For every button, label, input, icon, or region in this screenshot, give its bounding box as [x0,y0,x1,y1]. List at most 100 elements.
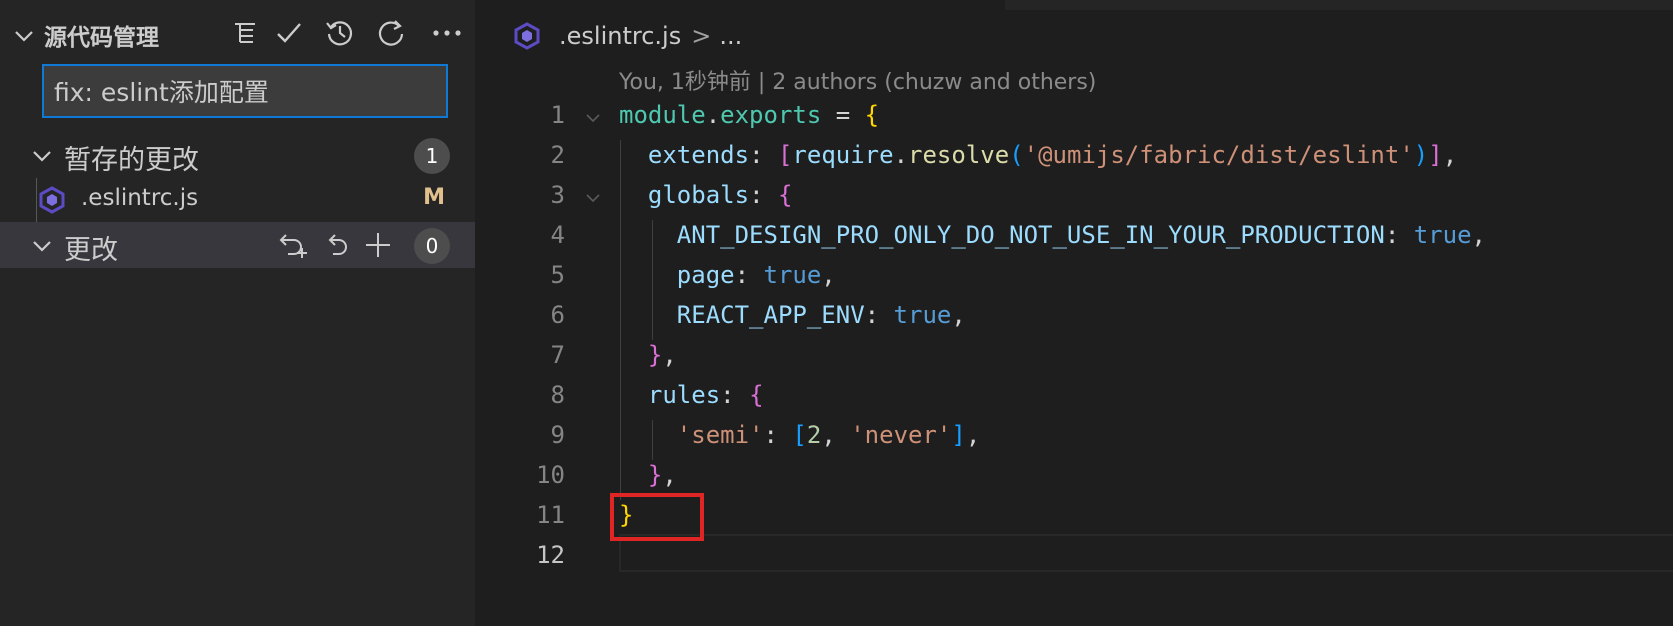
code-line-2[interactable]: extends: [require.resolve('@umijs/fabric… [619,141,1457,169]
scm-title: 源代码管理 [44,25,159,51]
breadcrumb-more[interactable]: ... [719,22,742,50]
line-number: 3 [550,181,565,209]
staged-file-name: .eslintrc.js [81,185,199,211]
changes-count-badge: 0 [414,228,450,264]
discard-all-icon[interactable] [276,227,312,263]
tree-view-icon[interactable] [228,16,262,50]
token: ANT_DESIGN_PRO_ONLY_DO_NOT_USE_IN_YOUR_P… [676,221,1385,249]
code-line-5[interactable]: page: true, [619,261,836,289]
fold-chevron-icon[interactable] [583,108,603,128]
token: extends [647,141,750,169]
token: globals [647,181,750,209]
line-number: 11 [536,501,565,529]
token: ] [1428,141,1443,169]
token: exports [720,101,822,129]
line-number: 12 [536,541,565,569]
token: : [763,421,793,449]
source-control-sidebar: 源代码管理 暂存的更改 1 .eslintrc.js M [0,0,475,626]
git-blame-annotation[interactable]: You, 1秒钟前 | 2 authors (chuzw and others) [619,64,1096,96]
token: resolve [908,141,1010,169]
chevron-down-icon[interactable] [30,234,54,258]
token: : [749,181,778,209]
code-line-6[interactable]: REACT_APP_ENV: true, [619,301,966,329]
code-editor[interactable]: .eslintrc.js > ... You, 1秒钟前 | 2 authors… [475,0,1673,626]
token: [ [792,421,807,449]
token: } [647,461,663,489]
code-line-9[interactable]: 'semi': [2, 'never'], [619,421,980,449]
token: = [821,101,865,129]
changes-group[interactable]: 更改 0 [0,222,475,268]
line-number: 5 [550,261,565,289]
commit-check-icon[interactable] [272,16,306,50]
token: ) [1413,141,1429,169]
token: . [893,141,909,169]
token: ] [951,421,966,449]
undo-icon[interactable] [320,227,356,263]
staged-changes-label: 暂存的更改 [64,145,199,176]
token: 2 [806,421,822,449]
eslint-file-icon [39,186,65,214]
breadcrumb-file[interactable]: .eslintrc.js [559,22,681,50]
token: } [647,341,663,369]
token: , [662,461,677,489]
token: module [619,101,706,129]
token: , [951,301,966,329]
chevron-down-icon[interactable] [30,144,54,168]
line-number: 9 [550,421,565,449]
token: ( [1009,141,1024,169]
token: : [864,301,894,329]
token: : [1384,221,1414,249]
tree-indent-guide [36,178,37,222]
token: rules [647,381,721,409]
token: : [749,141,778,169]
token: , [1442,141,1458,169]
token: , [821,421,851,449]
token: true [1413,221,1472,249]
code-line-10[interactable]: }, [619,461,677,489]
line-number: 7 [550,341,565,369]
refresh-icon[interactable] [374,16,408,50]
code-line-8[interactable]: rules: { [619,381,764,409]
token: [ [777,141,793,169]
token: : [734,261,764,289]
token: 'semi' [676,421,764,449]
code-line-4[interactable]: ANT_DESIGN_PRO_ONLY_DO_NOT_USE_IN_YOUR_P… [619,221,1486,249]
fold-chevron-icon[interactable] [583,188,603,208]
plus-icon[interactable] [360,227,396,263]
staged-count-badge: 1 [414,138,450,174]
line-number: 8 [550,381,565,409]
history-icon[interactable] [323,16,357,50]
line-number: 1 [550,101,565,129]
token: { [749,381,764,409]
token: true [893,301,952,329]
token: , [821,261,836,289]
token: true [763,261,822,289]
tab-bar-strip [1005,0,1673,10]
token: '@umijs/fabric/dist/eslint' [1023,141,1414,169]
more-icon[interactable] [430,16,464,50]
line-number: 10 [536,461,565,489]
token: { [777,181,793,209]
token: require [792,141,894,169]
commit-message-input[interactable] [42,64,448,118]
token: : [720,381,750,409]
breadcrumb: .eslintrc.js > ... [513,16,742,56]
token: , [1471,221,1486,249]
scm-header[interactable]: 源代码管理 [0,14,475,54]
staged-file-row[interactable]: .eslintrc.js M [0,178,475,222]
token: { [864,101,880,129]
token: 'never' [850,421,952,449]
staged-changes-group[interactable]: 暂存的更改 1 [0,132,475,178]
token: REACT_APP_ENV [676,301,865,329]
token: , [662,341,677,369]
chevron-down-icon[interactable] [12,24,36,48]
current-line-highlight [619,534,1673,572]
token: , [965,421,981,449]
line-number: 2 [550,141,565,169]
code-line-7[interactable]: }, [619,341,677,369]
line-number: 6 [550,301,565,329]
code-line-3[interactable]: globals: { [619,181,793,209]
token: . [705,101,721,129]
code-line-1[interactable]: module.exports = { [619,101,879,129]
eslint-file-icon [514,22,540,50]
